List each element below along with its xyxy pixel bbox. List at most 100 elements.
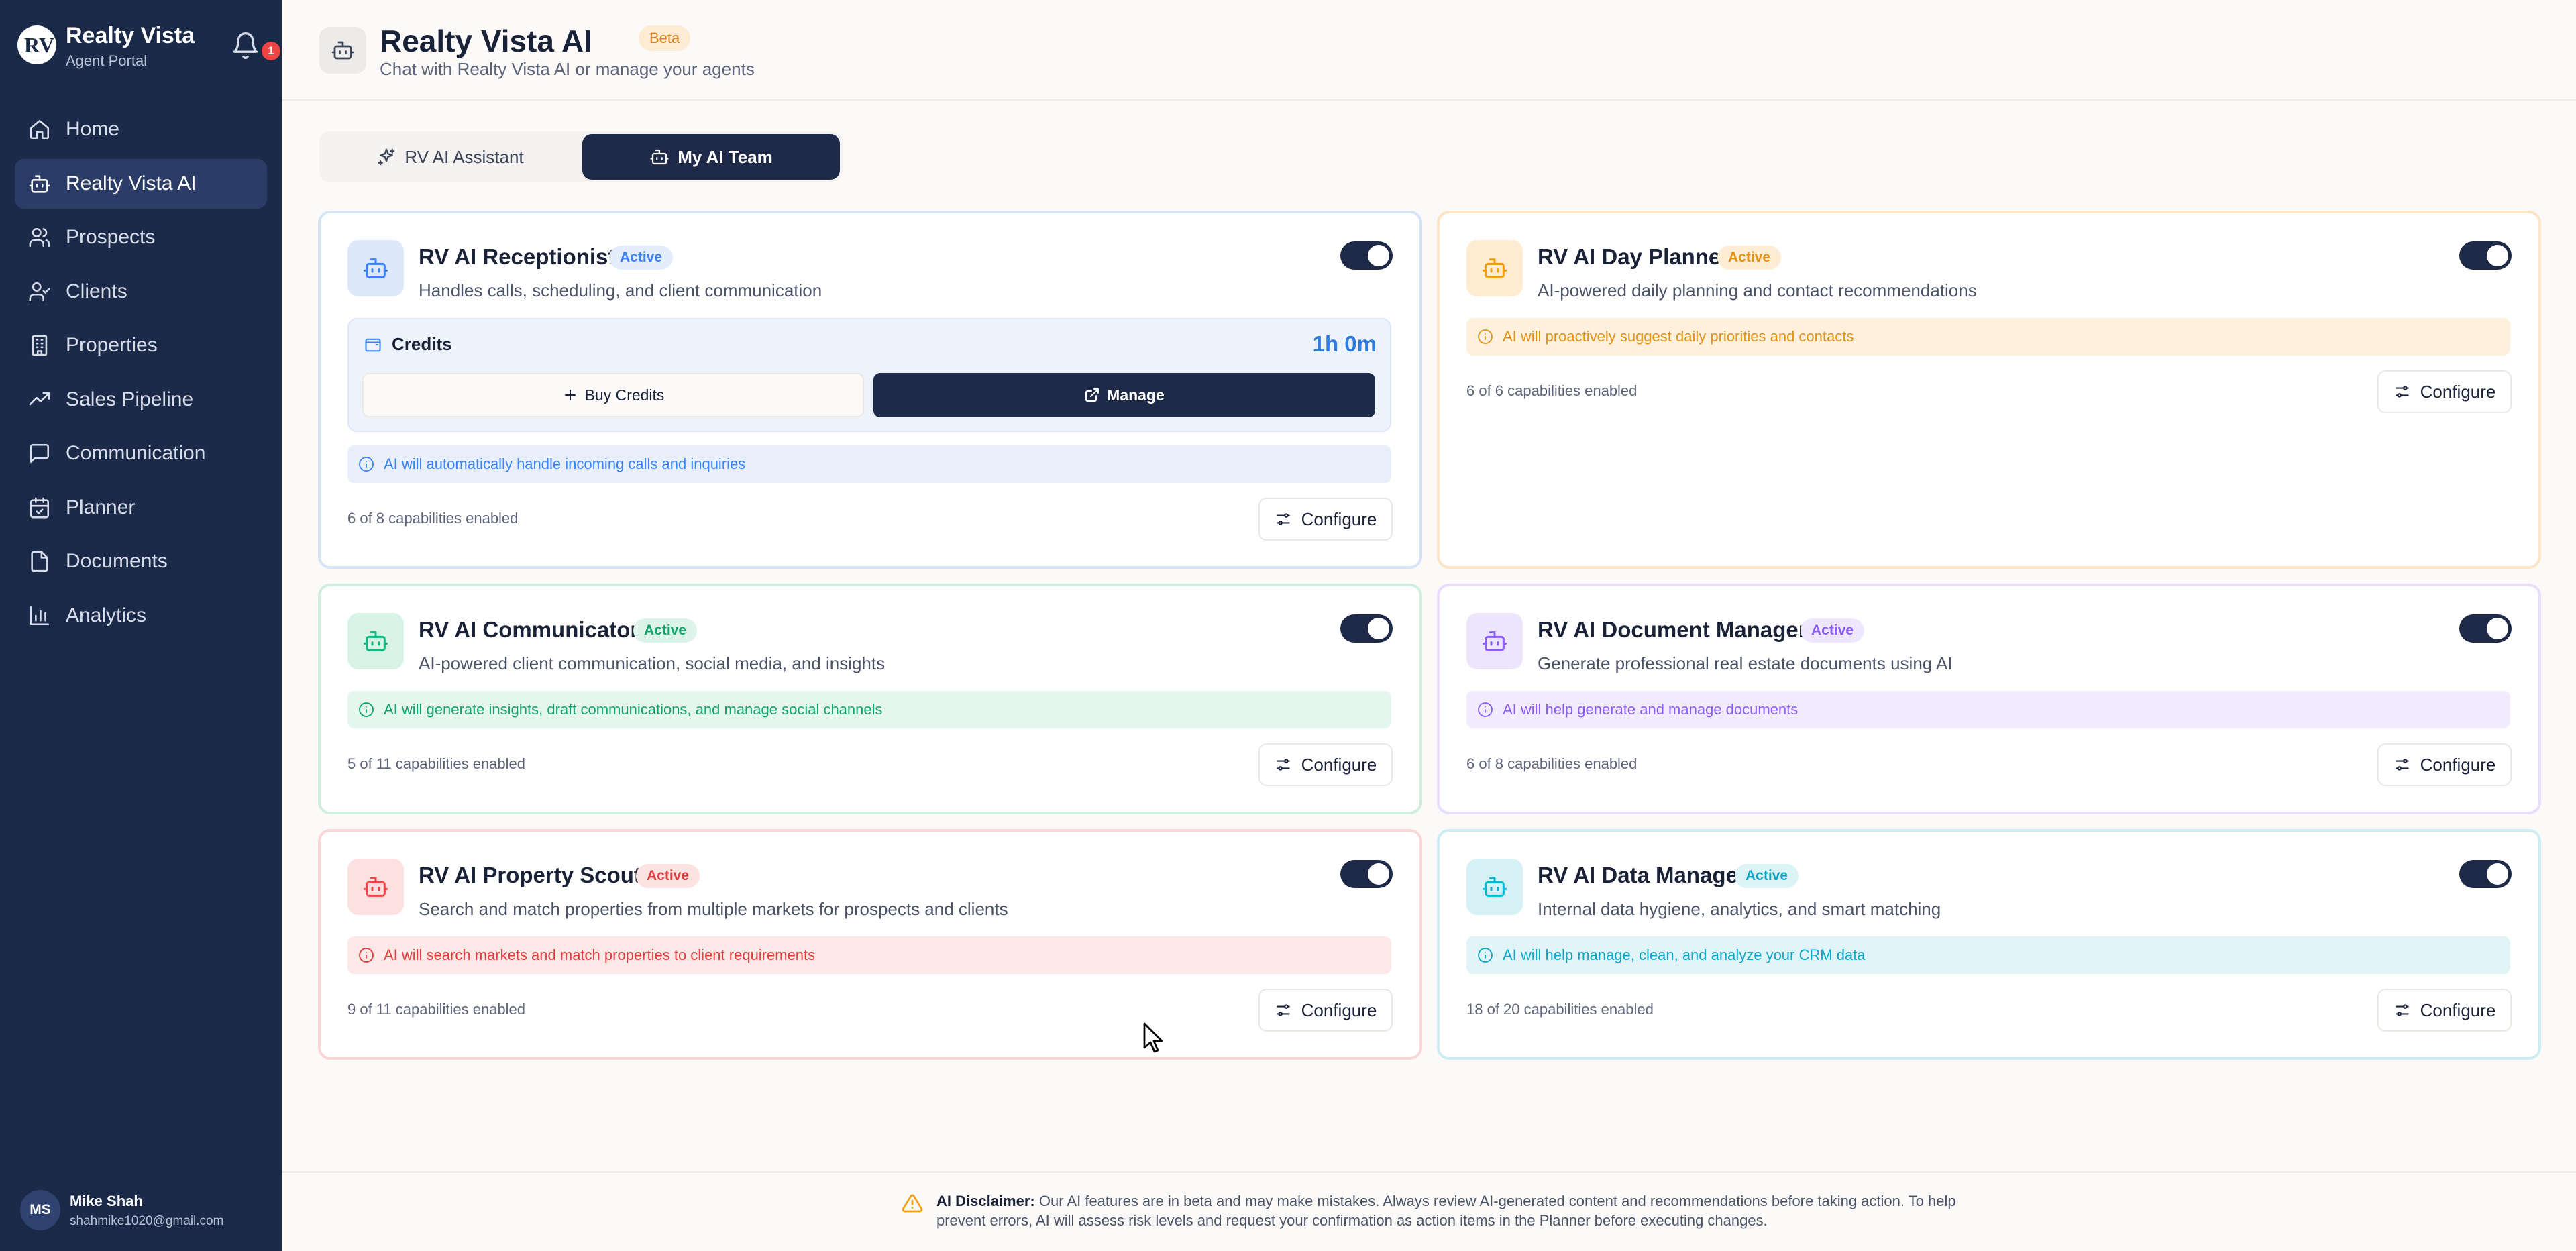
sidebar-item-prospects[interactable]: Prospects <box>15 213 267 262</box>
notice-text: AI will help generate and manage documen… <box>1503 701 1799 718</box>
sidebar-item-communication[interactable]: Communication <box>15 429 267 478</box>
notifications-bell-icon[interactable] <box>231 31 260 60</box>
capabilities-count: 5 of 11 capabilities enabled <box>347 755 526 772</box>
agent-enable-toggle[interactable] <box>1340 860 1393 888</box>
agent-enable-toggle[interactable] <box>2459 241 2512 270</box>
sliders-icon <box>1276 759 1290 771</box>
sliders-icon <box>2395 1004 2409 1016</box>
wallet-icon <box>365 338 381 352</box>
svg-text:RV: RV <box>24 33 54 57</box>
configure-button[interactable]: Configure <box>1258 498 1393 541</box>
agent-notice: AI will proactively suggest daily priori… <box>1466 318 2510 356</box>
sidebar-item-analytics[interactable]: Analytics <box>15 591 267 641</box>
brand-title: Realty Vista <box>66 23 195 48</box>
sidebar-item-label: Clients <box>66 280 127 303</box>
notification-count-badge: 1 <box>262 42 280 60</box>
button-label: Configure <box>2420 754 2496 775</box>
agent-card-day-planner: RV AI Day Planner Active AI-powered dail… <box>1437 211 2541 569</box>
sidebar-item-properties[interactable]: Properties <box>15 321 267 370</box>
buy-credits-button[interactable]: Buy Credits <box>362 373 864 417</box>
notice-text: AI will generate insights, draft communi… <box>384 701 883 718</box>
configure-button[interactable]: Configure <box>1258 743 1393 786</box>
agent-description: Handles calls, scheduling, and client co… <box>419 280 822 301</box>
capabilities-count: 18 of 20 capabilities enabled <box>1466 1001 1654 1018</box>
sidebar-item-realty-vista-ai[interactable]: Realty Vista AI <box>15 158 267 209</box>
agent-enable-toggle[interactable] <box>1340 614 1393 643</box>
brand[interactable]: RV Realty Vista Agent Portal 1 <box>15 23 280 70</box>
status-badge: Active <box>1717 246 1782 270</box>
bot-icon <box>347 859 404 915</box>
sidebar-item-documents[interactable]: Documents <box>15 537 267 586</box>
avatar: MS <box>20 1190 60 1230</box>
notice-text: AI will proactively suggest daily priori… <box>1503 328 1854 345</box>
sidebar-item-sales-pipeline[interactable]: Sales Pipeline <box>15 375 267 425</box>
info-icon <box>359 457 374 472</box>
external-link-icon <box>1085 388 1099 402</box>
info-icon <box>359 702 374 717</box>
trending-up-icon <box>29 392 50 405</box>
brand-subtitle: Agent Portal <box>66 52 148 69</box>
sidebar-item-label: Planner <box>66 496 136 519</box>
agent-enable-toggle[interactable] <box>2459 860 2512 888</box>
view-tabs: RV AI Assistant My AI Team <box>319 131 843 182</box>
manage-credits-button[interactable]: Manage <box>873 373 1375 417</box>
disclaimer-label: AI Disclaimer: <box>936 1193 1035 1209</box>
agent-enable-toggle[interactable] <box>2459 614 2512 643</box>
sidebar-item-label: Analytics <box>66 604 147 627</box>
agent-card-communicator: RV AI Communicator Active AI-powered cli… <box>318 584 1422 814</box>
mouse-cursor-icon <box>1143 1022 1163 1053</box>
sidebar-item-label: Sales Pipeline <box>66 388 194 411</box>
warning-icon <box>902 1194 923 1213</box>
sidebar: RV Realty Vista Agent Portal 1 Home Real… <box>0 0 282 1251</box>
bar-chart-icon <box>30 606 50 625</box>
credits-label: Credits <box>392 334 452 354</box>
agent-description: AI-powered daily planning and contact re… <box>1538 280 1977 301</box>
calendar-check-icon <box>30 497 50 518</box>
tab-label: My AI Team <box>678 146 773 167</box>
tab-my-ai-team[interactable]: My AI Team <box>582 134 840 180</box>
user-check-icon <box>29 282 50 301</box>
ai-disclaimer-footer: AI Disclaimer: Our AI features are in be… <box>282 1171 2576 1251</box>
agent-title: RV AI Property Scout <box>419 863 641 887</box>
status-badge: Active <box>1801 618 1865 643</box>
agent-title: RV AI Communicator <box>419 617 639 642</box>
info-icon <box>359 948 374 963</box>
capabilities-count: 9 of 11 capabilities enabled <box>347 1001 526 1018</box>
info-icon <box>1478 329 1493 344</box>
bot-icon <box>319 27 366 74</box>
sidebar-item-home[interactable]: Home <box>15 105 267 154</box>
bot-icon <box>1466 613 1523 669</box>
page-title: Realty Vista AI <box>380 23 593 58</box>
sidebar-item-planner[interactable]: Planner <box>15 483 267 533</box>
button-label: Configure <box>1301 999 1377 1020</box>
message-icon <box>30 443 50 464</box>
info-icon <box>1478 948 1493 963</box>
user-profile[interactable]: MS Mike Shah shahmike1020@gmail.com <box>20 1187 268 1233</box>
sidebar-item-clients[interactable]: Clients <box>15 267 267 317</box>
agent-enable-toggle[interactable] <box>1340 241 1393 270</box>
configure-button[interactable]: Configure <box>2377 370 2512 413</box>
tab-rv-ai-assistant[interactable]: RV AI Assistant <box>322 134 578 180</box>
user-name: Mike Shah <box>70 1193 143 1209</box>
agent-title: RV AI Data Manager <box>1538 863 1747 887</box>
agent-notice: AI will help generate and manage documen… <box>1466 691 2510 728</box>
agent-description: Search and match properties from multipl… <box>419 899 1008 919</box>
agent-card-property-scout: RV AI Property Scout Active Search and m… <box>318 829 1422 1060</box>
sidebar-item-label: Communication <box>66 442 206 464</box>
disclaimer-text: AI Disclaimer: Our AI features are in be… <box>936 1191 1983 1230</box>
notice-text: AI will help manage, clean, and analyze … <box>1503 946 1866 963</box>
sidebar-item-label: Prospects <box>66 226 156 248</box>
agent-card-document-manager: RV AI Document Manager Active Generate p… <box>1437 584 2541 814</box>
button-label: Manage <box>1107 386 1165 404</box>
configure-button[interactable]: Configure <box>1258 989 1393 1032</box>
configure-button[interactable]: Configure <box>2377 989 2512 1032</box>
sliders-icon <box>2395 759 2409 771</box>
status-badge: Active <box>633 618 698 643</box>
configure-button[interactable]: Configure <box>2377 743 2512 786</box>
status-badge: Active <box>609 246 674 270</box>
tab-label: RV AI Assistant <box>405 146 524 167</box>
agent-notice: AI will automatically handle incoming ca… <box>347 445 1391 483</box>
bot-icon <box>1466 240 1523 296</box>
sliders-icon <box>1276 513 1290 525</box>
realty-vista-logo: RV <box>17 25 56 64</box>
